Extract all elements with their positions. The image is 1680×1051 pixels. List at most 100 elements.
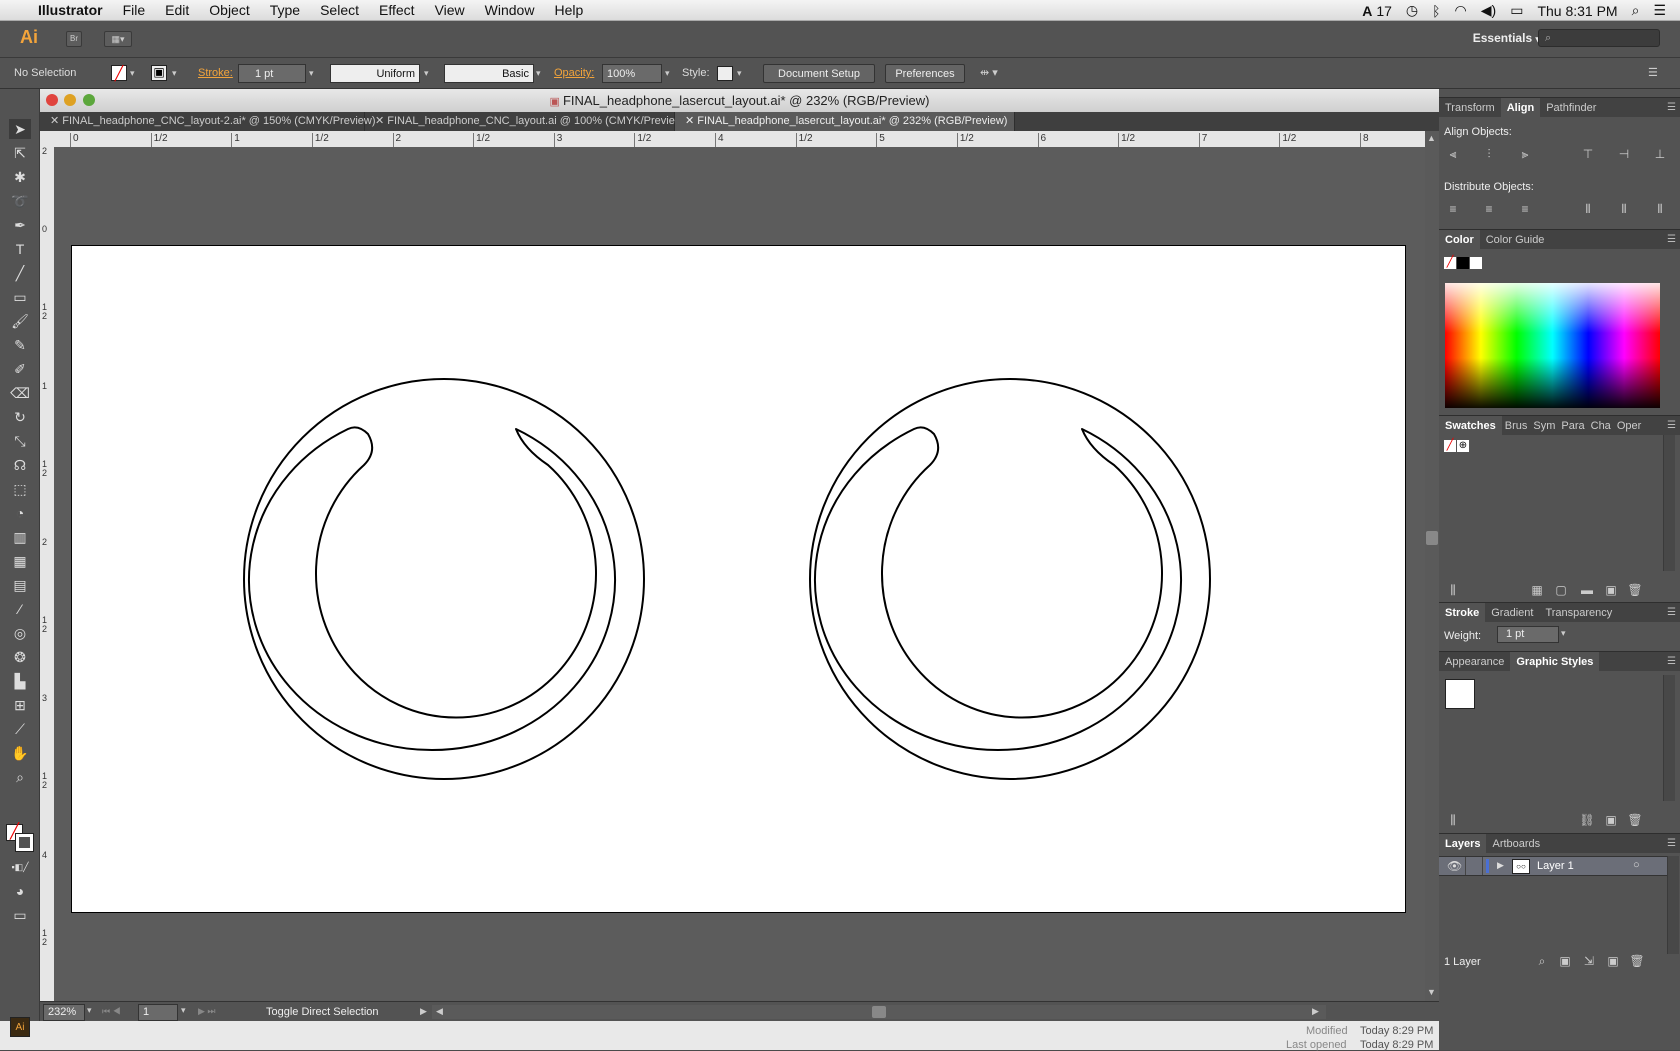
default-graphic-style[interactable] (1445, 679, 1475, 709)
fill-dropdown-icon[interactable]: ▾ (130, 64, 135, 83)
lasso-tool-icon[interactable]: ➰ (9, 191, 31, 211)
first-artboard-icon[interactable]: ⏮ ◀ (102, 1006, 121, 1017)
symbol-sprayer-tool-icon[interactable]: ❂ (9, 647, 31, 667)
tab-gradient[interactable]: Gradient (1485, 603, 1539, 623)
profile-dropdown-icon[interactable]: ▾ (424, 64, 429, 83)
new-swatch-icon[interactable]: ▣ (1603, 583, 1619, 597)
opacity-label-link[interactable]: Opacity: (554, 64, 594, 83)
menu-app-name[interactable]: Illustrator (28, 2, 113, 18)
lock-toggle[interactable] (1465, 857, 1483, 875)
opacity-field[interactable]: 100% (602, 64, 662, 83)
visibility-eye-icon[interactable]: 👁 (1447, 859, 1462, 873)
swatch-libraries-icon[interactable]: ⫼ (1445, 583, 1461, 597)
stroke-dropdown-icon[interactable]: ▾ (172, 64, 177, 83)
graphic-style-libraries-icon[interactable]: ⫼ (1445, 813, 1461, 827)
new-graphic-style-icon[interactable]: ▣ (1603, 813, 1619, 827)
spotlight-icon[interactable]: ⌕ (1632, 2, 1640, 19)
menu-file[interactable]: File (113, 2, 156, 18)
new-color-group-icon[interactable]: ▬ (1579, 583, 1595, 597)
style-dropdown-icon[interactable]: ▾ (737, 64, 742, 83)
tab-color[interactable]: Color (1439, 229, 1480, 250)
rectangle-tool-icon[interactable]: ▭ (9, 287, 31, 307)
close-window-button[interactable] (46, 94, 58, 106)
artboard[interactable] (71, 245, 1406, 913)
color-spectrum[interactable] (1445, 283, 1660, 408)
scroll-down-icon[interactable]: ▼ (1427, 987, 1436, 997)
document-tab[interactable]: ✕ FINAL_headphone_CNC_layout-2.ai* @ 150… (40, 112, 376, 131)
menu-object[interactable]: Object (199, 2, 259, 18)
arrange-documents-button[interactable]: ▦▾ (104, 31, 132, 47)
tab-layers[interactable]: Layers (1439, 833, 1487, 854)
outer-circle[interactable] (809, 378, 1211, 780)
align-top-icon[interactable]: ⊤ (1580, 147, 1596, 161)
layer-row[interactable]: 👁 ▶ ○○ Layer 1 ○ (1439, 856, 1667, 876)
panel-menu-icon[interactable]: ☰ (1667, 420, 1676, 431)
distribute-left-icon[interactable]: ⦀ (1580, 202, 1596, 216)
align-vertical-center-icon[interactable]: ⊣ (1616, 147, 1632, 161)
scroll-thumb[interactable] (1426, 531, 1438, 545)
brush-dropdown-icon[interactable]: ▾ (536, 64, 541, 83)
stroke-weight-field[interactable]: 1 pt (1497, 626, 1559, 643)
swatch-none[interactable]: ╱ (1444, 440, 1456, 452)
warp-tool-icon[interactable]: ☊ (9, 455, 31, 475)
column-graph-tool-icon[interactable]: ▙ (9, 671, 31, 691)
expand-triangle-icon[interactable]: ▶ (1497, 860, 1504, 871)
make-clipping-mask-icon[interactable]: ▣ (1557, 954, 1573, 968)
type-tool-icon[interactable]: T (9, 239, 31, 259)
zoom-level-field[interactable]: 232% (43, 1004, 85, 1021)
selection-tool-icon[interactable]: ➤ (9, 119, 31, 139)
time-machine-icon[interactable]: ◷ (1406, 2, 1418, 19)
workspace-switcher[interactable]: Essentials ▾ (1473, 31, 1540, 45)
stroke-box-icon[interactable] (15, 833, 34, 852)
bluetooth-icon[interactable]: ᛒ (1432, 3, 1440, 19)
pen-tool-icon[interactable]: ✒ (9, 215, 31, 235)
document-tab[interactable]: ✕ FINAL_headphone_CNC_layout.ai @ 100% (… (365, 112, 686, 131)
locate-object-icon[interactable]: ⌕ (1534, 954, 1550, 968)
mesh-tool-icon[interactable]: ▦ (9, 551, 31, 571)
weight-dropdown-icon[interactable]: ▾ (1561, 628, 1566, 639)
canvas[interactable] (54, 147, 1425, 1001)
next-artboard-icon[interactable]: ▶ ⏭ (198, 1006, 216, 1017)
distribute-horizontal-center-icon[interactable]: ⦀ (1616, 202, 1632, 216)
blob-brush-tool-icon[interactable]: ✐ (9, 359, 31, 379)
tab-pathfinder[interactable]: Pathfinder (1540, 98, 1602, 118)
menu-window[interactable]: Window (475, 2, 545, 18)
swatch-registration-icon[interactable]: ⊕ (1457, 440, 1469, 452)
gradient-tool-icon[interactable]: ▤ (9, 575, 31, 595)
horizontal-ruler[interactable]: 0 1/2 1 1/2 2 1/2 3 1/2 4 1/2 5 1/2 6 1/2 7 1/2 8 (54, 131, 1439, 147)
shape-builder-tool-icon[interactable]: ◔ (9, 503, 31, 523)
delete-swatch-icon[interactable]: 🗑 (1627, 583, 1643, 597)
align-horizontal-center-icon[interactable]: ⫶ (1481, 147, 1497, 161)
preferences-button[interactable]: Preferences (885, 64, 965, 83)
tab-opentype[interactable]: Oper (1614, 416, 1644, 436)
drawing-modes-icon[interactable]: ◕ (9, 881, 31, 901)
color-mode-icons[interactable]: ▪◧╱ (9, 857, 31, 877)
distribute-bottom-icon[interactable]: ≡ (1517, 202, 1533, 216)
eraser-tool-icon[interactable]: ⌫ (9, 383, 31, 403)
target-circle-icon[interactable]: ○ (1633, 859, 1640, 871)
distribute-right-icon[interactable]: ⦀ (1652, 202, 1668, 216)
panel-menu-icon[interactable]: ☰ (1667, 656, 1676, 667)
scroll-up-icon[interactable]: ▲ (1427, 133, 1436, 143)
black-swatch[interactable] (1457, 257, 1469, 269)
illustrator-dock-icon[interactable]: Ai (10, 1017, 30, 1037)
tab-brushes[interactable]: Brus (1502, 416, 1531, 436)
line-tool-icon[interactable]: ╱ (9, 263, 31, 283)
free-transform-tool-icon[interactable]: ⬚ (9, 479, 31, 499)
document-title-bar[interactable]: ▣ FINAL_headphone_lasercut_layout.ai* @ … (40, 89, 1439, 112)
hand-tool-icon[interactable]: ✋ (9, 743, 31, 763)
swatches-scrollbar[interactable] (1663, 435, 1675, 571)
align-left-icon[interactable]: ⫷ (1445, 147, 1461, 161)
control-panel-menu-icon[interactable]: ☰ (1648, 64, 1658, 83)
screen-mode-icon[interactable]: ▭ (9, 905, 31, 925)
tab-symbols[interactable]: Sym (1530, 416, 1558, 436)
artboard-dropdown-icon[interactable]: ▾ (181, 1005, 186, 1016)
menu-select[interactable]: Select (310, 2, 369, 18)
tab-character[interactable]: Cha (1588, 416, 1614, 436)
scroll-thumb[interactable] (872, 1006, 886, 1018)
artboard-tool-icon[interactable]: ⊞ (9, 695, 31, 715)
tab-appearance[interactable]: Appearance (1439, 652, 1510, 672)
distribute-top-icon[interactable]: ≡ (1445, 202, 1461, 216)
close-tab-icon[interactable]: ✕ (50, 115, 62, 127)
tab-transparency[interactable]: Transparency (1539, 603, 1618, 623)
